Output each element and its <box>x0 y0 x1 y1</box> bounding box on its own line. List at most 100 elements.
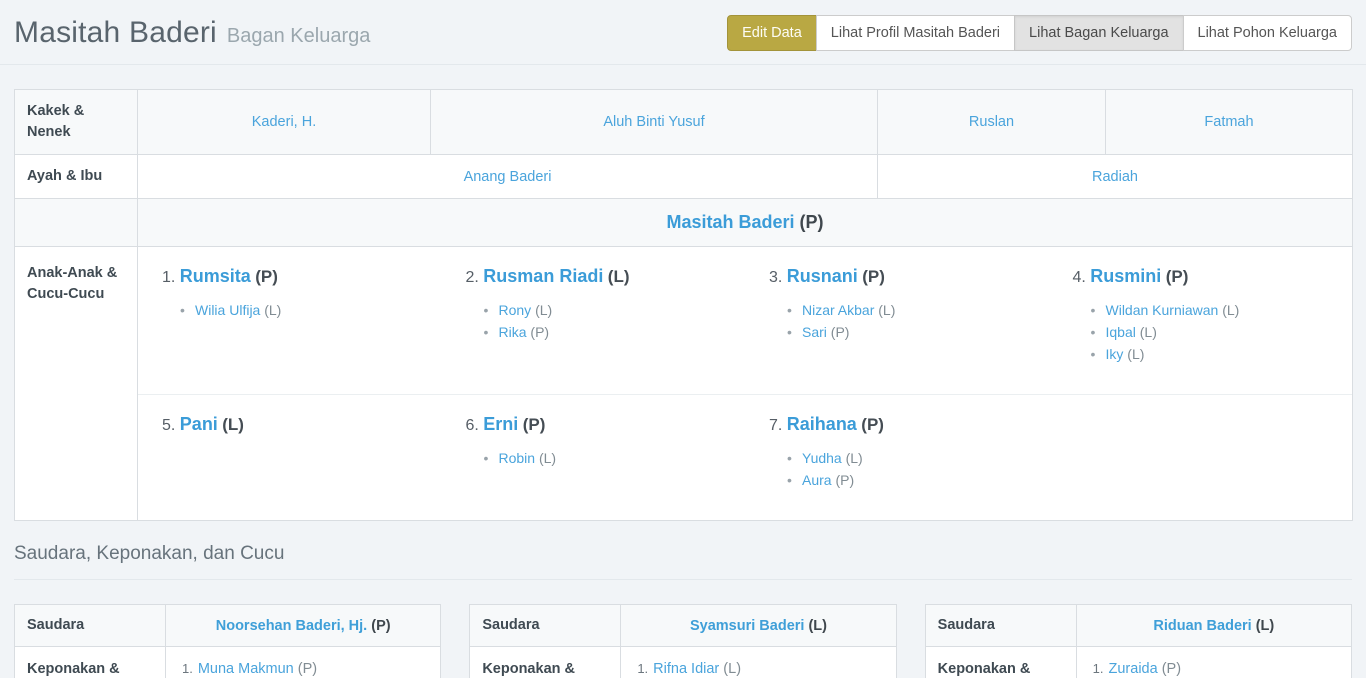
nephews-cell: 1.Zuraida (P) ○Andika Nugraha Rahman (L) <box>1076 647 1351 678</box>
grandchild-item: Yudha (L) <box>787 447 1037 469</box>
grandchild-item: Iqbal (L) <box>1091 321 1341 343</box>
siblings-section-heading: Saudara, Keponakan, dan Cucu <box>14 543 1352 580</box>
grandchild-link[interactable]: Iky <box>1106 346 1124 362</box>
child-gender: (P) <box>523 415 546 434</box>
view-chart-button[interactable]: Lihat Bagan Keluarga <box>1014 15 1183 51</box>
page-title: Masitah Baderi <box>14 16 217 50</box>
child-gender: (P) <box>255 267 278 286</box>
child-number: 1. <box>162 269 175 286</box>
nephew-item: 1.Zuraida (P) <box>1093 661 1339 677</box>
nephews-row-label: Keponakan & Cucu-Cucu <box>470 647 621 678</box>
grandchild-link[interactable]: Yudha <box>802 450 842 466</box>
mother-cell: Radiah <box>878 155 1353 199</box>
grandmother-paternal-cell: Aluh Binti Yusuf <box>431 90 878 155</box>
grandchild-link[interactable]: Aura <box>802 472 832 488</box>
child-gender: (L) <box>608 267 630 286</box>
child-gender: (P) <box>1166 267 1189 286</box>
child-name-link[interactable]: Rumsita <box>180 266 251 286</box>
child-entry-3: 3. Rusnani (P) Nizar Akbar (L) Sari (P) <box>745 259 1049 386</box>
child-number: 2. <box>466 269 479 286</box>
child-entry-7: 7. Raihana (P) Yudha (L) Aura (P) <box>745 407 1049 512</box>
sibling-gender: (L) <box>1256 618 1275 634</box>
nephew-gender: (L) <box>723 661 741 677</box>
grandchild-link[interactable]: Wilia Ulfija <box>195 302 260 318</box>
view-tree-button[interactable]: Lihat Pohon Keluarga <box>1183 15 1352 51</box>
child-entry-2: 2. Rusman Riadi (L) Rony (L) Rika (P) <box>442 259 746 386</box>
parents-row: Ayah & Ibu Anang Baderi Radiah <box>15 155 1353 199</box>
child-name-link[interactable]: Pani <box>180 414 218 434</box>
grandchild-link[interactable]: Rika <box>499 324 527 340</box>
sibling-gender: (L) <box>808 618 827 634</box>
sibling-gender: (P) <box>371 618 390 634</box>
grandfather-paternal-cell: Kaderi, H. <box>138 90 431 155</box>
grandparents-row-label: Kakek & Nenek <box>15 90 138 155</box>
grandchild-gender: (L) <box>1222 302 1239 318</box>
child-title: 7. Raihana (P) <box>769 414 1037 435</box>
grandchild-item: Rika (P) <box>484 321 734 343</box>
child-title: 6. Erni (P) <box>466 414 734 435</box>
child-name-link[interactable]: Rusmini <box>1090 266 1161 286</box>
child-number: 3. <box>769 269 782 286</box>
grandparents-row: Kakek & Nenek Kaderi, H. Aluh Binti Yusu… <box>15 90 1353 155</box>
grandchild-link[interactable]: Iqbal <box>1106 324 1136 340</box>
grandchild-list: Robin (L) <box>484 447 734 469</box>
grandchild-list: Rony (L) Rika (P) <box>484 299 734 343</box>
sibling-row-label: Saudara <box>470 605 621 647</box>
children-row-label: Anak-Anak & Cucu-Cucu <box>15 247 138 521</box>
sibling-name-link[interactable]: Syamsuri Baderi <box>690 618 804 634</box>
nephew-gender: (P) <box>298 661 317 677</box>
nephew-link[interactable]: Muna Makmun <box>198 661 294 677</box>
nephew-link[interactable]: Zuraida <box>1109 661 1158 677</box>
sibling-name-cell: Syamsuri Baderi (L) <box>621 605 896 647</box>
page-subtitle: Bagan Keluarga <box>227 25 370 48</box>
grandchild-item: Iky (L) <box>1091 343 1341 365</box>
grandchild-link[interactable]: Rony <box>499 302 532 318</box>
self-row-label-empty <box>15 199 138 247</box>
grandchild-link[interactable]: Robin <box>499 450 536 466</box>
nephews-row: Keponakan & Cucu-Cucu 1.Muna Makmun (P) … <box>15 647 441 678</box>
view-profile-button[interactable]: Lihat Profil Masitah Baderi <box>816 15 1015 51</box>
sibling-name-link[interactable]: Riduan Baderi <box>1153 618 1251 634</box>
grandmother-maternal-link[interactable]: Fatmah <box>1204 114 1253 130</box>
children-grid-row-1: 1. Rumsita (P) Wilia Ulfija (L) 2. Rusma… <box>138 247 1352 394</box>
grandchild-link[interactable]: Sari <box>802 324 827 340</box>
child-entry-6: 6. Erni (P) Robin (L) <box>442 407 746 512</box>
child-name-link[interactable]: Rusman Riadi <box>483 266 603 286</box>
siblings-tables-row: Saudara Noorsehan Baderi, Hj. (P) Kepona… <box>14 604 1352 678</box>
child-name-link[interactable]: Raihana <box>787 414 857 434</box>
sibling-row-label: Saudara <box>925 605 1076 647</box>
mother-link[interactable]: Radiah <box>1092 169 1138 185</box>
grandfather-maternal-link[interactable]: Ruslan <box>969 114 1014 130</box>
grandchild-item: Robin (L) <box>484 447 734 469</box>
grandchild-item: Rony (L) <box>484 299 734 321</box>
grandchild-gender: (L) <box>1140 324 1157 340</box>
grandfather-paternal-link[interactable]: Kaderi, H. <box>252 114 316 130</box>
father-link[interactable]: Anang Baderi <box>464 169 552 185</box>
grandchild-link[interactable]: Nizar Akbar <box>802 302 874 318</box>
self-name-link[interactable]: Masitah Baderi <box>666 212 794 232</box>
nephews-row-label: Keponakan & Cucu-Cucu <box>15 647 166 678</box>
grandchild-link[interactable]: Wildan Kurniawan <box>1106 302 1219 318</box>
children-cell: 1. Rumsita (P) Wilia Ulfija (L) 2. Rusma… <box>138 247 1353 521</box>
edit-data-button[interactable]: Edit Data <box>727 15 817 51</box>
child-entry-1: 1. Rumsita (P) Wilia Ulfija (L) <box>138 259 442 386</box>
grandchild-item: Aura (P) <box>787 469 1037 491</box>
sibling-name-cell: Noorsehan Baderi, Hj. (P) <box>166 605 441 647</box>
nephew-number: 1. <box>1093 661 1104 676</box>
child-number: 6. <box>466 417 479 434</box>
child-gender: (P) <box>861 415 884 434</box>
nephews-row: Keponakan & Cucu-Cucu 1.Zuraida (P) ○And… <box>925 647 1351 678</box>
child-title: 4. Rusmini (P) <box>1073 266 1341 287</box>
nephews-row-label: Keponakan & Cucu-Cucu <box>925 647 1076 678</box>
child-title: 5. Pani (L) <box>162 414 430 435</box>
child-number: 5. <box>162 417 175 434</box>
sibling-name-row: Saudara Noorsehan Baderi, Hj. (P) <box>15 605 441 647</box>
child-name-link[interactable]: Erni <box>483 414 518 434</box>
nephew-link[interactable]: Rifna Idiar <box>653 661 719 677</box>
child-gender: (P) <box>862 267 885 286</box>
self-cell: Masitah Baderi (P) <box>138 199 1353 247</box>
sibling-name-link[interactable]: Noorsehan Baderi, Hj. <box>216 618 367 634</box>
father-cell: Anang Baderi <box>138 155 878 199</box>
grandmother-paternal-link[interactable]: Aluh Binti Yusuf <box>603 114 704 130</box>
child-name-link[interactable]: Rusnani <box>787 266 858 286</box>
